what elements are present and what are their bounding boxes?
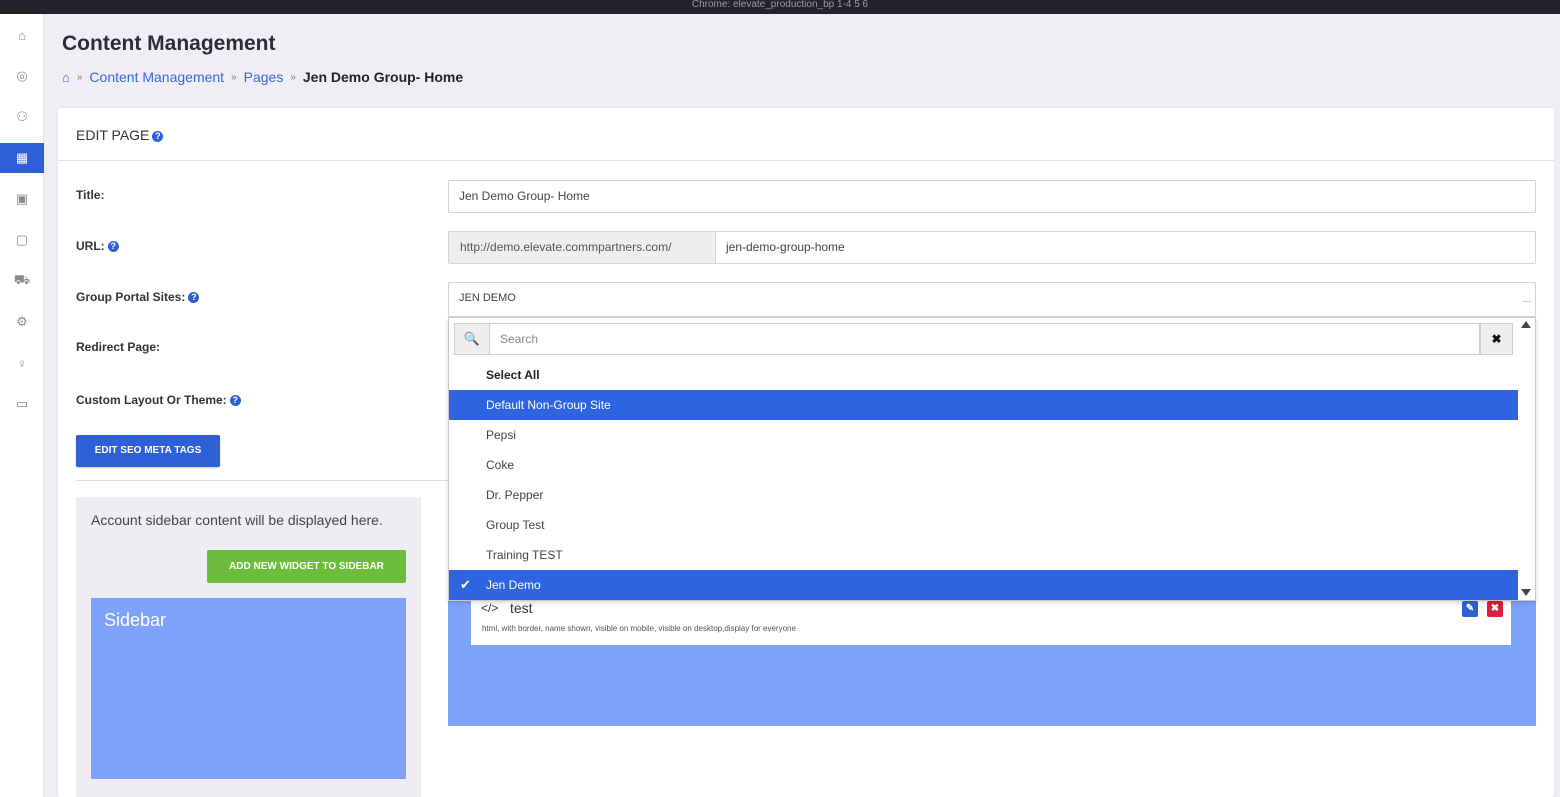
code-icon: </> xyxy=(481,601,499,615)
sidebar-title: Sidebar xyxy=(104,610,167,630)
group-portal-label-text: Group Portal Sites: xyxy=(76,290,186,304)
card-header: EDIT PAGE? xyxy=(58,108,1554,161)
title-label: Title: xyxy=(76,188,105,202)
nav-lightbulb-icon[interactable]: ♀ xyxy=(0,348,44,378)
widget-name: test xyxy=(510,600,533,616)
layout-help-icon[interactable]: ? xyxy=(229,395,241,407)
nav-monitor-icon[interactable]: ▭ xyxy=(0,389,44,419)
breadcrumb-pages[interactable]: Pages xyxy=(244,69,284,85)
check-icon: ✔ xyxy=(460,577,471,592)
portal-help-icon[interactable]: ? xyxy=(188,292,200,304)
widget-edit-icon[interactable]: ✎ xyxy=(1462,601,1478,617)
nav-users-icon[interactable]: ⚇ xyxy=(0,102,44,132)
window-title: Chrome: elevate_production_bp 1-4 5 6 xyxy=(691,0,869,10)
edit-seo-button[interactable]: EDIT SEO META TAGS xyxy=(76,435,220,467)
url-help-icon[interactable]: ? xyxy=(107,241,119,253)
clear-icon[interactable]: ✖ xyxy=(1480,323,1513,355)
widget-description: html, with border, name shown, visible o… xyxy=(482,624,796,633)
dropdown-search-input[interactable]: Search xyxy=(500,323,538,355)
scroll-down-icon[interactable] xyxy=(1521,589,1531,596)
dropdown-scrollbar[interactable] xyxy=(1518,318,1535,600)
help-icon[interactable]: ? xyxy=(152,130,164,142)
option-coke[interactable]: Coke xyxy=(449,450,1518,480)
breadcrumb-content-management[interactable]: Content Management xyxy=(89,69,224,85)
breadcrumb-separator: » xyxy=(290,71,296,83)
left-nav: ⌂ ◎ ⚇ ▦ ▣ ▢ ⛟ ⚙ ♀ ▭ xyxy=(0,14,44,797)
page-title: Content Management xyxy=(62,32,276,55)
option-jen-demo[interactable]: ✔ Jen Demo xyxy=(449,570,1518,600)
url-prefix: http://demo.elevate.commpartners.com/ xyxy=(448,231,716,264)
sidebar-notice: Account sidebar content will be displaye… xyxy=(91,512,383,528)
card-title: EDIT PAGE? xyxy=(76,127,164,143)
option-default-non-group-site[interactable]: Default Non-Group Site xyxy=(449,390,1518,420)
nav-cart-icon[interactable]: ⛟ xyxy=(0,266,44,296)
breadcrumb: ⌂ » Content Management » Pages » Jen Dem… xyxy=(62,69,463,85)
title-input[interactable]: Jen Demo Group- Home xyxy=(448,180,1536,213)
option-pepsi[interactable]: Pepsi xyxy=(449,420,1518,450)
add-widget-button[interactable]: ADD NEW WIDGET TO SIDEBAR xyxy=(207,550,406,583)
widget-delete-icon[interactable]: ✖ xyxy=(1487,601,1503,617)
custom-layout-label-text: Custom Layout Or Theme: xyxy=(76,393,227,407)
option-group-test[interactable]: Group Test xyxy=(449,510,1518,540)
redirect-label: Redirect Page: xyxy=(76,340,161,354)
breadcrumb-current: Jen Demo Group- Home xyxy=(302,69,464,85)
group-portal-value: JEN DEMO xyxy=(459,292,516,304)
url-label: URL:? xyxy=(76,239,119,253)
nav-clipboard-icon[interactable]: ▢ xyxy=(0,225,44,255)
option-jen-demo-label: Jen Demo xyxy=(486,578,541,592)
select-all-option[interactable]: Select All xyxy=(449,360,1518,390)
group-portal-more: ... xyxy=(1522,294,1531,305)
nav-grid-icon[interactable]: ▣ xyxy=(0,184,44,214)
url-slug-input[interactable]: jen-demo-group-home xyxy=(715,231,1536,264)
scroll-up-icon[interactable] xyxy=(1521,321,1531,328)
search-icon: 🔍 xyxy=(454,323,490,355)
breadcrumb-separator: » xyxy=(76,71,83,83)
nav-book-icon[interactable]: ▦ xyxy=(0,143,44,173)
nav-layers-icon[interactable]: ◎ xyxy=(0,61,44,91)
group-portal-label: Group Portal Sites:? xyxy=(76,290,200,304)
nav-home-icon[interactable]: ⌂ xyxy=(0,20,44,50)
custom-layout-label: Custom Layout Or Theme:? xyxy=(76,393,241,407)
group-portal-select[interactable]: JEN DEMO ... xyxy=(448,282,1536,317)
nav-gear-icon[interactable]: ⚙ xyxy=(0,307,44,337)
breadcrumb-home-icon[interactable]: ⌂ xyxy=(62,70,70,85)
breadcrumb-separator: » xyxy=(231,71,237,83)
divider xyxy=(76,480,456,481)
url-label-text: URL: xyxy=(76,239,105,253)
option-training-test[interactable]: Training TEST xyxy=(449,540,1518,570)
dropdown-search-box xyxy=(454,323,1480,355)
widget-item[interactable] xyxy=(471,598,1511,645)
window-title-bar: Chrome: elevate_production_bp 1-4 5 6 xyxy=(0,0,1560,14)
option-dr-pepper[interactable]: Dr. Pepper xyxy=(449,480,1518,510)
card-title-text: EDIT PAGE xyxy=(76,127,150,143)
